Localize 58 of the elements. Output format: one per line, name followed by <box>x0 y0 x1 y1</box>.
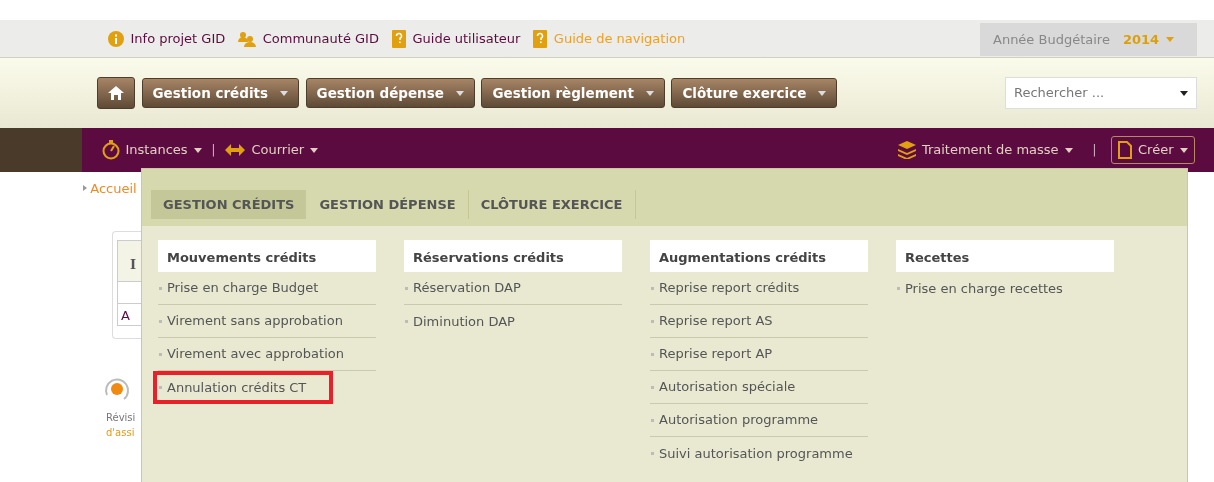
menu-item[interactable]: Prise en charge recettes <box>896 272 1114 305</box>
create-button[interactable]: Créer <box>1111 136 1195 164</box>
caret-icon <box>818 90 827 96</box>
arrow-icon <box>83 185 87 192</box>
menu-button[interactable]: Gestion dépense <box>305 78 475 108</box>
top-link[interactable]: Communauté GID <box>238 28 379 49</box>
home-button[interactable] <box>97 77 135 109</box>
column-heading: Réservations crédits <box>404 240 622 272</box>
double-arrow-icon <box>225 144 246 156</box>
menu-button[interactable]: Clôture exercice <box>671 78 838 108</box>
menu-item[interactable]: Autorisation programme <box>650 404 868 437</box>
menu-item[interactable]: Réservation DAP <box>404 272 622 305</box>
help-book-icon <box>391 29 406 48</box>
menu-item[interactable]: Virement sans approbation <box>158 305 376 338</box>
column-heading: Recettes <box>896 240 1114 272</box>
caret-icon <box>310 147 319 153</box>
caret-icon <box>645 90 654 96</box>
caret-icon <box>1064 147 1073 153</box>
nav-menu[interactable]: Courrier <box>225 140 319 160</box>
caret-icon <box>1179 147 1188 153</box>
layers-icon <box>897 141 916 159</box>
divider: | <box>211 141 216 160</box>
caret-icon <box>280 90 289 96</box>
top-link[interactable]: Guide utilisateur <box>391 28 521 49</box>
menu-button[interactable]: Gestion règlement <box>481 78 665 108</box>
revision-text: Révisi <box>106 410 137 425</box>
home-icon <box>108 86 124 100</box>
menu-item[interactable]: Diminution DAP <box>404 305 622 338</box>
stopwatch-icon <box>101 140 120 160</box>
help-book-icon <box>533 29 548 48</box>
search-field[interactable]: Rechercher ... <box>1005 77 1197 109</box>
divider: | <box>1092 141 1097 160</box>
column-heading: Augmentations crédits <box>650 240 868 272</box>
caret-icon <box>455 90 464 96</box>
menu-item[interactable]: Autorisation spéciale <box>650 371 868 404</box>
menu-tab[interactable]: CLÔTURE EXERCICE <box>468 190 636 219</box>
caret-icon <box>1165 37 1174 42</box>
menu-item[interactable]: Reprise report crédits <box>650 272 868 305</box>
menu-tab[interactable]: GESTION DÉPENSE <box>307 190 469 219</box>
table-header: I <box>117 240 142 282</box>
gear-logo-icon <box>104 377 130 403</box>
menu-item[interactable]: Reprise report AP <box>650 338 868 371</box>
nav-menu[interactable]: Traitement de masse <box>897 140 1073 160</box>
nav-menu[interactable]: Instances <box>101 140 202 160</box>
menu-item[interactable]: Suivi autorisation programme <box>650 437 868 470</box>
column-heading: Mouvements crédits <box>158 240 376 272</box>
document-icon <box>1118 141 1132 159</box>
people-icon <box>238 30 257 47</box>
menu-item[interactable]: Virement avec approbation <box>158 338 376 371</box>
menu-item[interactable]: Reprise report AS <box>650 305 868 338</box>
top-link[interactable]: Info projet GID <box>108 28 226 49</box>
menu-item[interactable]: Prise en charge Budget <box>158 272 376 305</box>
menu-item[interactable]: Annulation crédits CT <box>153 371 333 404</box>
caret-icon <box>193 147 202 153</box>
caret-icon <box>1180 90 1188 96</box>
info-icon <box>108 30 124 47</box>
menu-button[interactable]: Gestion crédits <box>141 78 300 108</box>
menu-tab[interactable]: GESTION CRÉDITS <box>151 190 307 219</box>
